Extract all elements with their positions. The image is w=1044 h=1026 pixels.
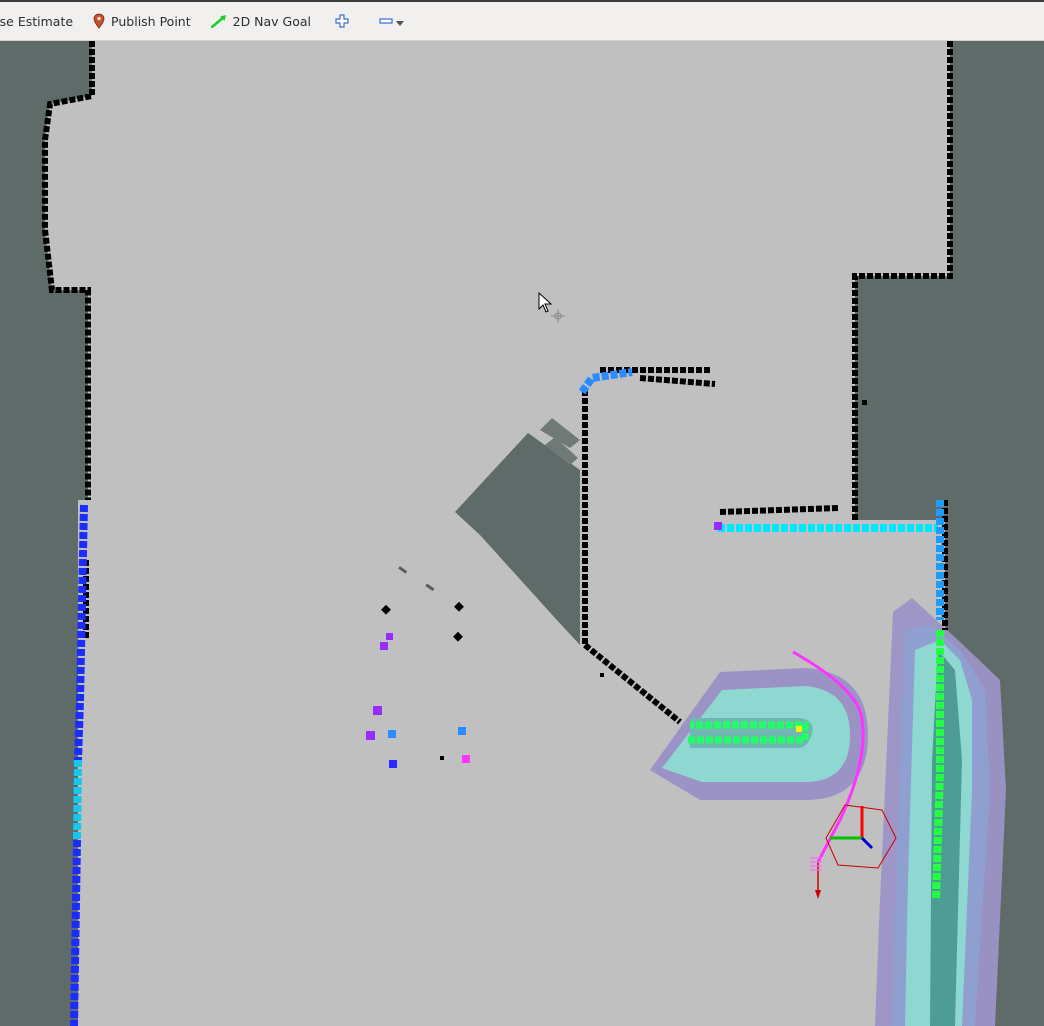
publish-point-label: Publish Point xyxy=(111,13,191,29)
map-pin-icon xyxy=(93,13,105,29)
map-viewport[interactable] xyxy=(0,41,1044,1026)
wall-right-room-top xyxy=(719,505,839,515)
scan-right-green xyxy=(932,630,944,901)
plus-icon xyxy=(335,14,349,28)
add-tool-button[interactable] xyxy=(323,2,367,40)
scan-left-wall-cyan xyxy=(73,759,82,841)
remove-tool-button[interactable] xyxy=(367,2,422,40)
dropdown-arrow-icon[interactable] xyxy=(396,21,405,27)
pose-estimate-tool[interactable]: ose Estimate xyxy=(0,2,85,40)
rviz-toolbar: ose Estimate Publish Point 2D Nav Goal xyxy=(0,0,1044,41)
publish-point-tool[interactable]: Publish Point xyxy=(85,2,203,40)
minus-icon xyxy=(379,17,393,25)
nav-goal-arrow-icon xyxy=(210,14,227,28)
pose-estimate-label: ose Estimate xyxy=(0,13,74,29)
scan-left-wall-low xyxy=(70,839,81,1026)
nav-goal-tool[interactable]: 2D Nav Goal xyxy=(203,2,323,40)
occupancy-map xyxy=(42,41,1006,1026)
nav-goal-label: 2D Nav Goal xyxy=(232,13,312,29)
